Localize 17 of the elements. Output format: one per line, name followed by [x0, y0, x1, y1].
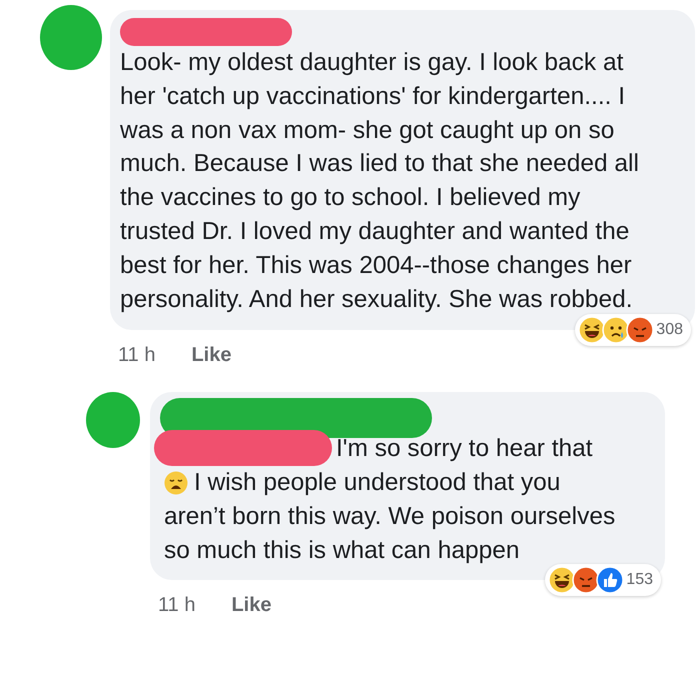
crying-face-icon	[602, 316, 630, 344]
like-link[interactable]: Like	[191, 340, 232, 370]
laughing-face-icon	[548, 566, 576, 594]
reaction-summary[interactable]: 308	[575, 314, 691, 346]
comment-time: 11 h	[158, 592, 196, 618]
comment-text: Look- my oldest daughter is gay. I look back at her 'catch up vaccinations' for kindergarten.... I was a non vax mom- she got caught up on so much. Because I was lied to that she needed all the vaccines to go to school. I believed my trusted Dr. I loved my daughter and wanted the best for her. This was 2004--those changes her personality. And her sexuality. She was robbed.	[120, 49, 639, 313]
laughing-face-icon	[578, 316, 606, 344]
comment-text: aren’t born this way. We poison ourselves so much this is what can happen	[164, 502, 616, 564]
like-link[interactable]: Like	[231, 590, 272, 620]
reaction-summary[interactable]: 153	[545, 564, 661, 596]
angry-face-icon	[572, 566, 600, 594]
thumbs-up-icon	[596, 566, 624, 594]
comment-text: I wish people understood that you	[194, 468, 560, 498]
comment-time: 11 h	[118, 343, 156, 368]
angry-face-icon	[626, 316, 654, 344]
comment-text: I'm so sorry to hear that	[336, 434, 593, 464]
weary-face-icon	[164, 471, 188, 496]
